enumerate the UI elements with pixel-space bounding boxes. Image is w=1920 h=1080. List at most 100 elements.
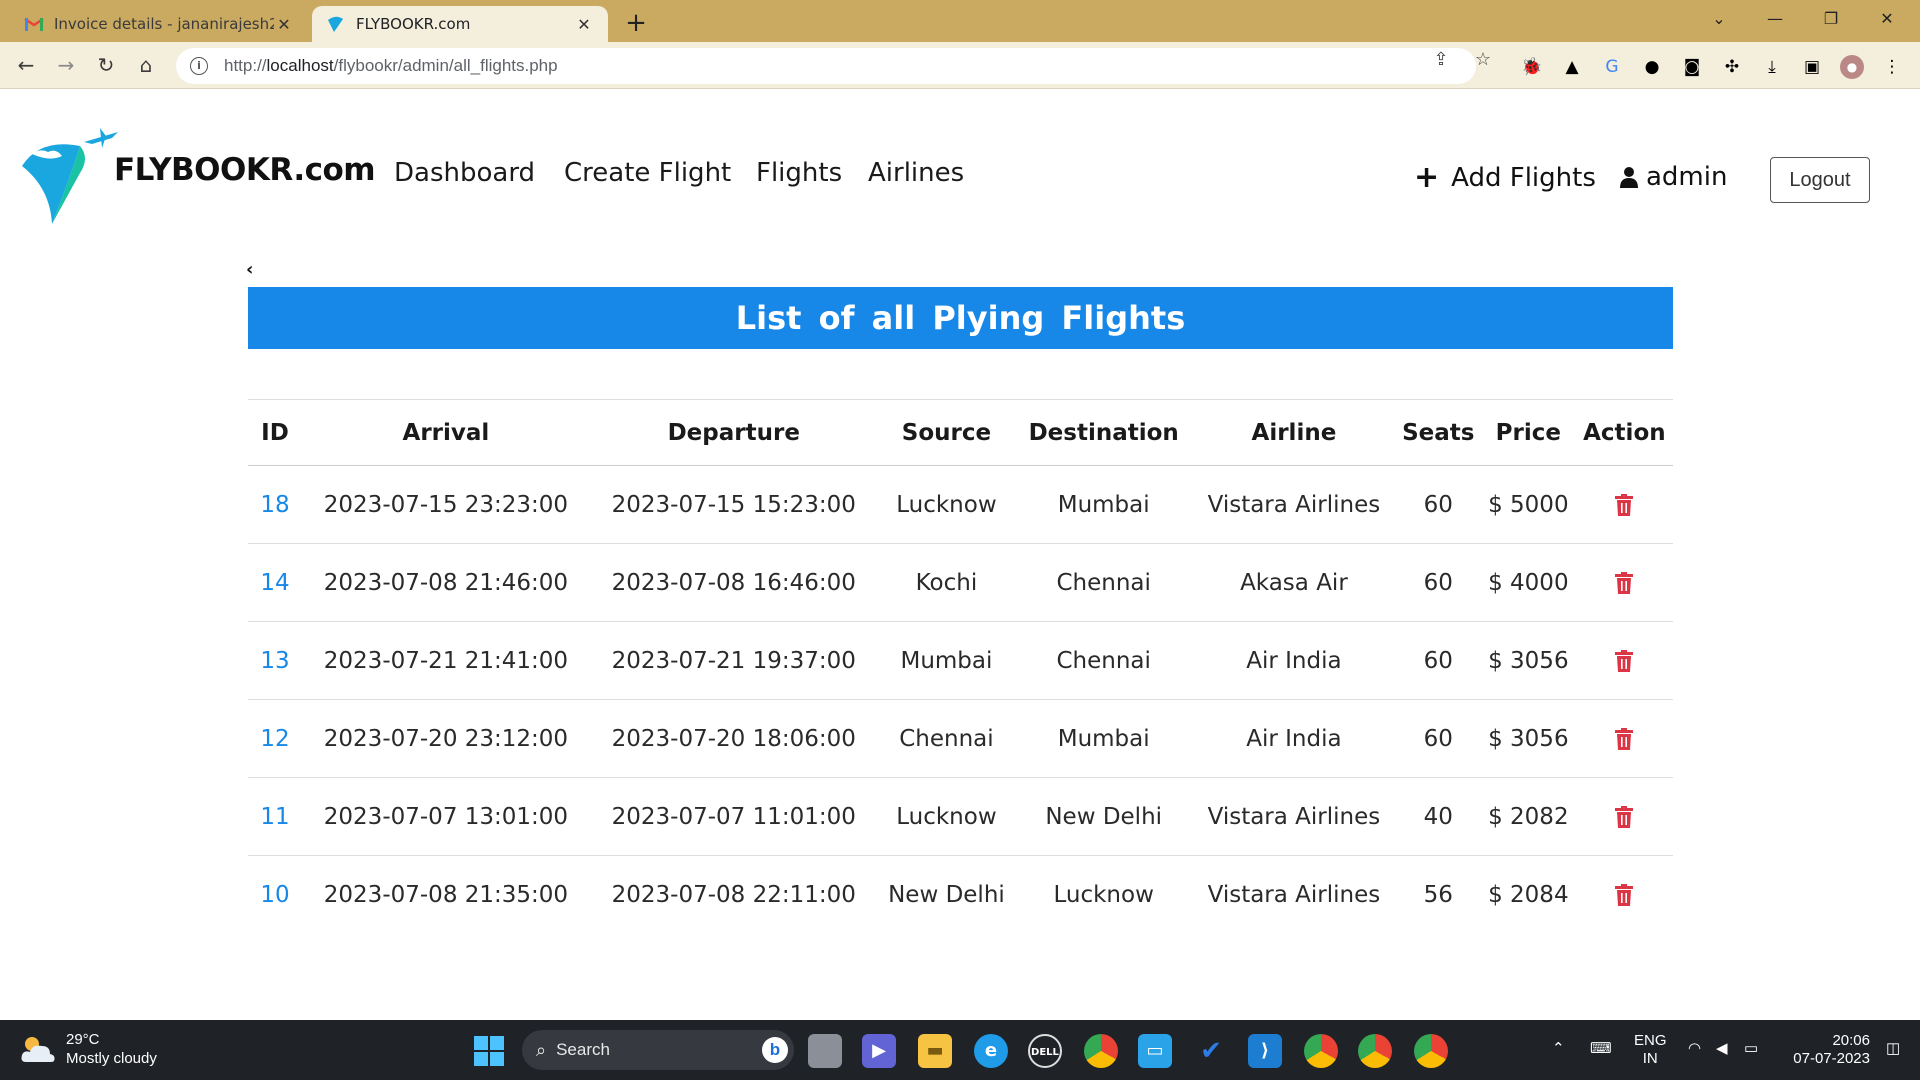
- seats-cell: 60: [1395, 465, 1481, 544]
- action-cell: [1575, 465, 1673, 544]
- column-header-source: Source: [877, 399, 1016, 466]
- chrome-profile-2-icon[interactable]: [1358, 1034, 1392, 1068]
- table-row: 13 2023-07-21 21:41:00 2023-07-21 19:37:…: [248, 621, 1673, 700]
- flight-id-cell: 13: [248, 621, 302, 700]
- chevron-up-icon[interactable]: ⌃: [1552, 1040, 1565, 1058]
- weather-text: 29°C Mostly cloudy: [66, 1030, 157, 1068]
- delete-trash-icon[interactable]: [1615, 494, 1634, 516]
- taskbar-search[interactable]: ⌕ Search b: [522, 1030, 794, 1070]
- flight-id-link[interactable]: 13: [260, 648, 289, 674]
- chrome-icon[interactable]: [1084, 1034, 1118, 1068]
- side-panel-icon[interactable]: ▣: [1800, 55, 1824, 79]
- bug-extension-icon[interactable]: 🐞: [1520, 55, 1544, 79]
- url-text: http://localhost/flybookr/admin/all_flig…: [224, 56, 558, 75]
- weather-condition: Mostly cloudy: [66, 1050, 157, 1067]
- flight-id-link[interactable]: 12: [260, 726, 289, 752]
- wifi-icon[interactable]: ◠: [1688, 1040, 1701, 1058]
- search-icon: ⌕: [536, 1039, 547, 1060]
- page-banner: List of all Plying Flights: [248, 287, 1673, 349]
- flight-id-cell: 12: [248, 699, 302, 778]
- restore-button[interactable]: ❐: [1808, 0, 1854, 40]
- flight-id-link[interactable]: 11: [260, 804, 289, 830]
- windows-start-icon[interactable]: [474, 1036, 504, 1066]
- tab-search-chevron-icon[interactable]: ⌄: [1696, 0, 1742, 40]
- departure-cell: 2023-07-21 19:37:00: [589, 621, 878, 700]
- chrome-profile-3-icon[interactable]: [1414, 1034, 1448, 1068]
- airline-cell: Vistara Airlines: [1192, 465, 1396, 544]
- task-view-icon[interactable]: [808, 1034, 842, 1068]
- nav-dashboard[interactable]: Dashboard: [394, 158, 535, 188]
- new-tab-button[interactable]: +: [620, 8, 652, 40]
- browser-tabstrip: Invoice details - jananirajesh2702 ✕ FLY…: [0, 0, 1920, 42]
- flight-id-link[interactable]: 14: [260, 570, 289, 596]
- nav-airlines[interactable]: Airlines: [868, 158, 964, 188]
- dell-icon[interactable]: DELL: [1028, 1034, 1062, 1068]
- flight-id-link[interactable]: 10: [260, 882, 289, 908]
- remote-desktop-icon[interactable]: ▭: [1138, 1034, 1172, 1068]
- notification-bell-icon[interactable]: ◫: [1886, 1040, 1900, 1058]
- share-icon[interactable]: ⇪: [1430, 49, 1452, 71]
- flight-id-link[interactable]: 18: [260, 492, 289, 518]
- logout-button[interactable]: Logout: [1770, 157, 1870, 203]
- camera-icon[interactable]: ◙: [1680, 55, 1704, 79]
- add-flights-link[interactable]: + Add Flights: [1414, 160, 1596, 195]
- arrival-cell: 2023-07-20 23:12:00: [302, 699, 590, 778]
- airline-cell: Air India: [1192, 699, 1396, 778]
- address-bar[interactable]: i http://localhost/flybookr/admin/all_fl…: [176, 48, 1476, 84]
- menu-kebab-icon[interactable]: ⋮: [1880, 55, 1904, 79]
- airline-cell: Air India: [1192, 621, 1396, 700]
- volume-icon[interactable]: ◀: [1716, 1040, 1728, 1058]
- keyboard-icon[interactable]: ⌨: [1590, 1040, 1612, 1058]
- file-explorer-icon[interactable]: ▬: [918, 1034, 952, 1068]
- flybookr-logo[interactable]: [20, 128, 120, 228]
- minimize-button[interactable]: —: [1752, 0, 1798, 40]
- chrome-profile-1-icon[interactable]: [1304, 1034, 1338, 1068]
- google-drive-icon[interactable]: ▲: [1560, 55, 1584, 79]
- brand-name[interactable]: FLYBOOKR.com: [114, 152, 376, 188]
- seats-cell: 56: [1423, 881, 1453, 908]
- close-tab-icon[interactable]: ✕: [274, 15, 294, 34]
- battery-icon[interactable]: ▭: [1744, 1040, 1758, 1058]
- bookmark-star-icon[interactable]: ☆: [1472, 49, 1494, 71]
- home-icon[interactable]: ⌂: [130, 50, 162, 82]
- tab-flybookr[interactable]: FLYBOOKR.com ✕: [312, 6, 608, 42]
- delete-trash-icon[interactable]: [1615, 572, 1634, 594]
- vscode-icon[interactable]: ⟩: [1248, 1034, 1282, 1068]
- language-indicator[interactable]: ENG IN: [1634, 1032, 1667, 1068]
- delete-trash-icon[interactable]: [1615, 728, 1634, 750]
- close-tab-icon[interactable]: ✕: [574, 15, 594, 34]
- extensions-puzzle-icon[interactable]: ✣: [1720, 55, 1744, 79]
- todo-check-icon[interactable]: ✔: [1194, 1034, 1228, 1068]
- translate-icon[interactable]: G: [1600, 55, 1624, 79]
- price-cell: $ 2084: [1488, 881, 1569, 908]
- edge-icon[interactable]: e: [974, 1034, 1008, 1068]
- back-arrow-icon[interactable]: ←: [10, 50, 42, 82]
- airline-cell: Vistara Airlines: [1207, 881, 1381, 908]
- table-row: 10 2023-07-08 21:35:00 2023-07-08 22:11:…: [248, 856, 1673, 934]
- language-code: ENG: [1634, 1032, 1667, 1049]
- reload-icon[interactable]: ↻: [90, 50, 122, 82]
- weather-widget[interactable]: 29°C Mostly cloudy: [20, 1030, 157, 1068]
- nav-create-flight[interactable]: Create Flight: [564, 158, 731, 188]
- profile-avatar[interactable]: ●: [1840, 55, 1864, 79]
- source-cell: Lucknow: [877, 777, 1016, 856]
- delete-trash-icon[interactable]: [1615, 806, 1634, 828]
- teams-chat-icon[interactable]: ▶: [862, 1034, 896, 1068]
- clock[interactable]: 20:06 07-07-2023: [1786, 1032, 1870, 1068]
- delete-trash-icon[interactable]: [1615, 650, 1634, 672]
- flight-id-cell: 14: [248, 543, 302, 622]
- site-info-icon[interactable]: i: [190, 57, 208, 75]
- back-link[interactable]: ‹: [246, 259, 253, 280]
- tab-invoice-details[interactable]: Invoice details - jananirajesh2702 ✕: [10, 6, 308, 42]
- github-icon[interactable]: ●: [1640, 55, 1664, 79]
- admin-user: admin: [1620, 162, 1727, 192]
- nav-flights[interactable]: Flights: [756, 158, 842, 188]
- bing-icon[interactable]: b: [762, 1037, 788, 1063]
- column-header-destination: Destination: [1015, 399, 1193, 466]
- forward-arrow-icon[interactable]: →: [50, 50, 82, 82]
- destination-cell: Lucknow: [1053, 881, 1154, 908]
- close-window-button[interactable]: ✕: [1864, 0, 1910, 40]
- download-icon[interactable]: ⤓: [1760, 55, 1784, 79]
- delete-trash-icon[interactable]: [1615, 884, 1634, 907]
- table-row: 11 2023-07-07 13:01:00 2023-07-07 11:01:…: [248, 777, 1673, 856]
